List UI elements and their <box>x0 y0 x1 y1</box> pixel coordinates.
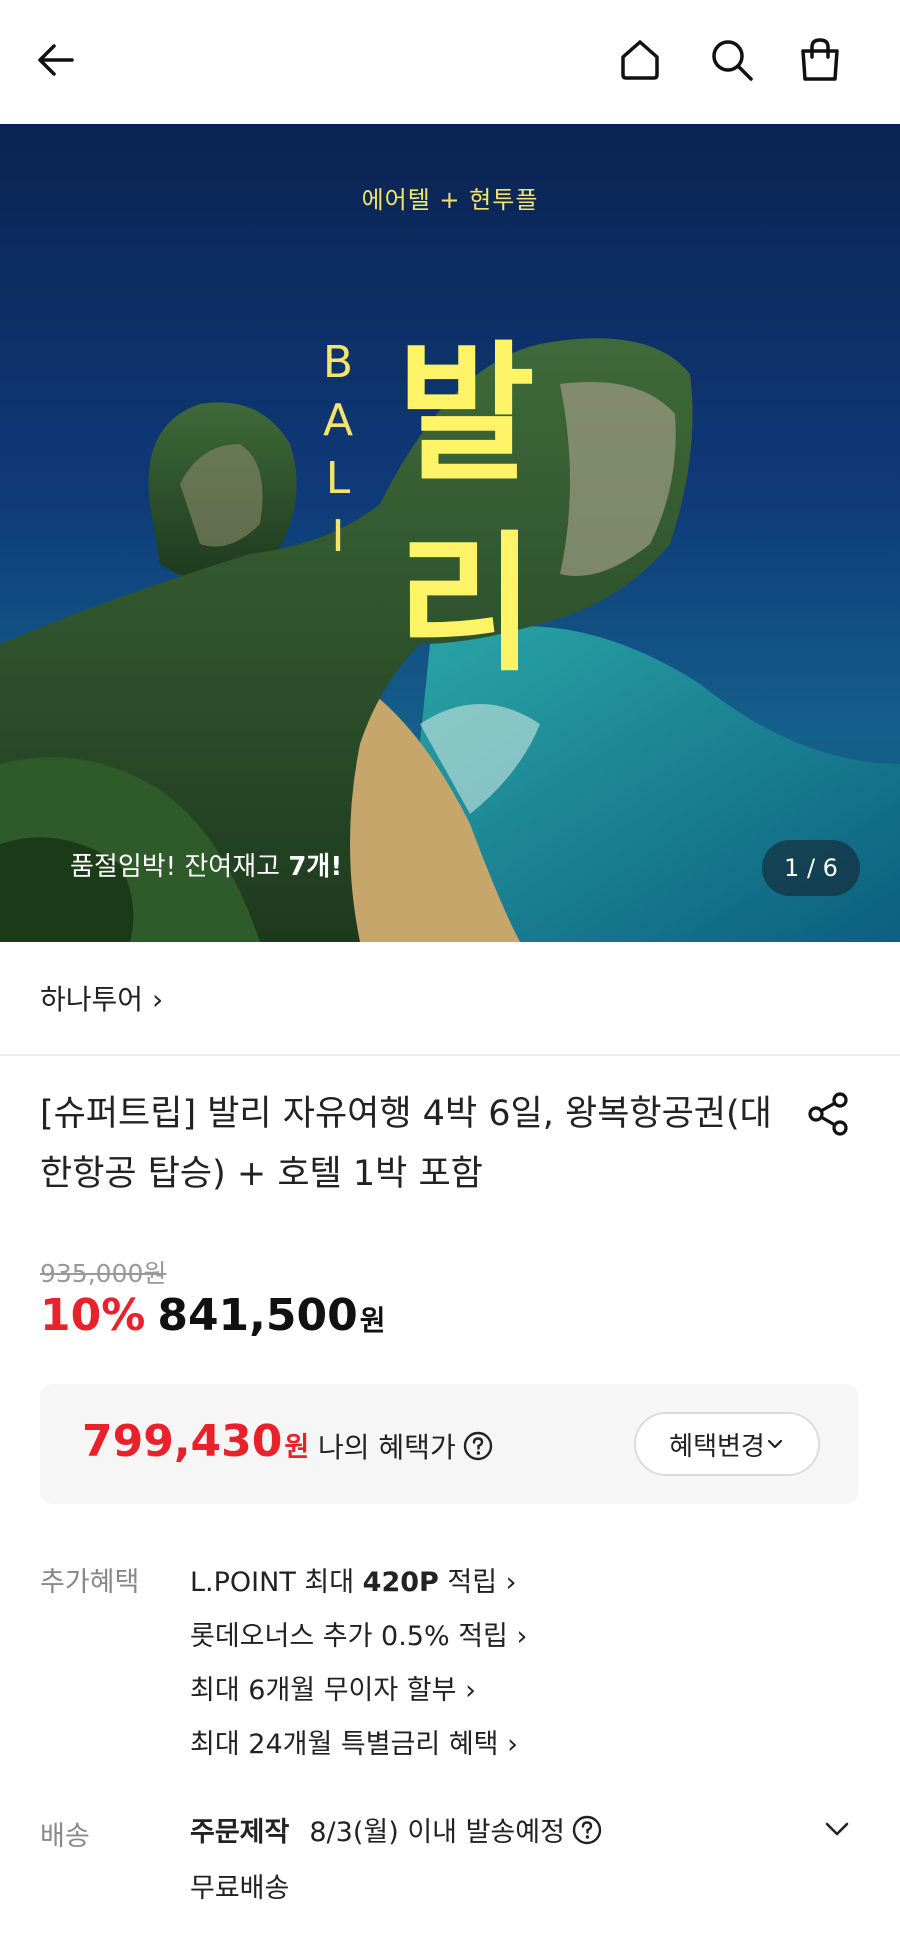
extra-benefit-label: 추가혜택 <box>40 1567 140 1598</box>
help-circle-icon[interactable] <box>571 1814 603 1846</box>
benefit-label: 나의 혜택가 <box>318 1431 456 1464</box>
extra-benefit-item-lpoint[interactable]: L.POINT 최대 420P 적립 › <box>190 1556 527 1610</box>
share-icon[interactable] <box>800 1086 856 1142</box>
benefit-price-unit: 원 <box>284 1432 310 1463</box>
lpoint-suffix: 적립 › <box>438 1567 517 1598</box>
stock-count: 7개! <box>288 852 343 882</box>
change-benefit-label: 혜택변경 <box>669 1431 765 1462</box>
product-title: [슈퍼트립] 발리 자유여행 4박 6일, 왕복항공권(대한항공 탑승) + 호… <box>40 1094 772 1194</box>
stock-text: 품절임박! 잔여재고 <box>70 852 289 882</box>
lpoint-amount: 420P <box>362 1567 439 1598</box>
stock-notice: 품절임박! 잔여재고 7개! <box>70 846 342 883</box>
benefit-price-box: 799,430 원 나의 혜택가 혜택변경 <box>40 1384 858 1504</box>
original-price: 935,000원 <box>40 1259 167 1288</box>
brand-link[interactable]: 하나투어 › <box>40 978 163 1018</box>
sale-price-unit: 원 <box>359 1304 386 1337</box>
hero-banner[interactable]: 에어텔 + 현투플 B A L I 발 리 품절임박! 잔여재고 7개! 1 /… <box>0 124 900 942</box>
latin-letter: B <box>322 337 354 388</box>
sale-price: 841,500 <box>157 1290 358 1341</box>
chevron-down-icon <box>767 1439 782 1449</box>
change-benefit-button[interactable]: 혜택변경 <box>634 1412 820 1476</box>
shipping-date: 8/3(월) 이내 발송예정 <box>309 1817 565 1848</box>
hero-title: 발 리 <box>374 320 554 700</box>
benefit-label-row: 나의 혜택가 <box>318 1426 494 1466</box>
extra-benefit-item-installment[interactable]: 최대 6개월 무이자 할부 › <box>190 1664 527 1718</box>
back-arrow-icon[interactable] <box>24 28 88 92</box>
extra-benefit-item-lotte-owners[interactable]: 롯데오너스 추가 0.5% 적립 › <box>190 1610 527 1664</box>
latin-letter: A <box>322 395 354 446</box>
extra-benefit-item-special-rate[interactable]: 최대 24개월 특별금리 혜택 › <box>190 1718 527 1772</box>
home-icon[interactable] <box>608 28 672 92</box>
shopping-bag-icon[interactable] <box>788 28 852 92</box>
hero-latin-title: B A L I <box>318 334 358 566</box>
top-bar <box>0 0 900 124</box>
latin-letter: L <box>325 453 351 504</box>
hero-title-char: 리 <box>396 518 535 692</box>
search-icon[interactable] <box>700 28 764 92</box>
benefit-price: 799,430 원 <box>82 1416 309 1467</box>
image-counter: 1 / 6 <box>762 840 860 896</box>
hero-title-char: 발 <box>396 328 535 502</box>
chevron-down-icon[interactable] <box>820 1812 854 1850</box>
extra-benefit-list: L.POINT 최대 420P 적립 › 롯데오너스 추가 0.5% 적립 › … <box>190 1556 527 1772</box>
section-divider <box>0 1054 900 1056</box>
shipping-fee: 무료배송 <box>190 1873 290 1904</box>
lpoint-prefix: L.POINT 최대 <box>190 1567 363 1598</box>
benefit-price-value: 799,430 <box>82 1416 283 1467</box>
hero-subtitle: 에어텔 + 현투플 <box>361 186 539 214</box>
shipping-label: 배송 <box>40 1821 90 1852</box>
sale-price-row: 10% 841,500 원 <box>40 1290 386 1341</box>
discount-percent: 10% <box>40 1290 146 1341</box>
shipping-info: 주문제작 8/3(월) 이내 발송예정 <box>190 1810 603 1849</box>
shipping-type: 주문제작 <box>190 1817 290 1848</box>
latin-letter: I <box>331 511 345 562</box>
help-circle-icon[interactable] <box>462 1430 494 1462</box>
